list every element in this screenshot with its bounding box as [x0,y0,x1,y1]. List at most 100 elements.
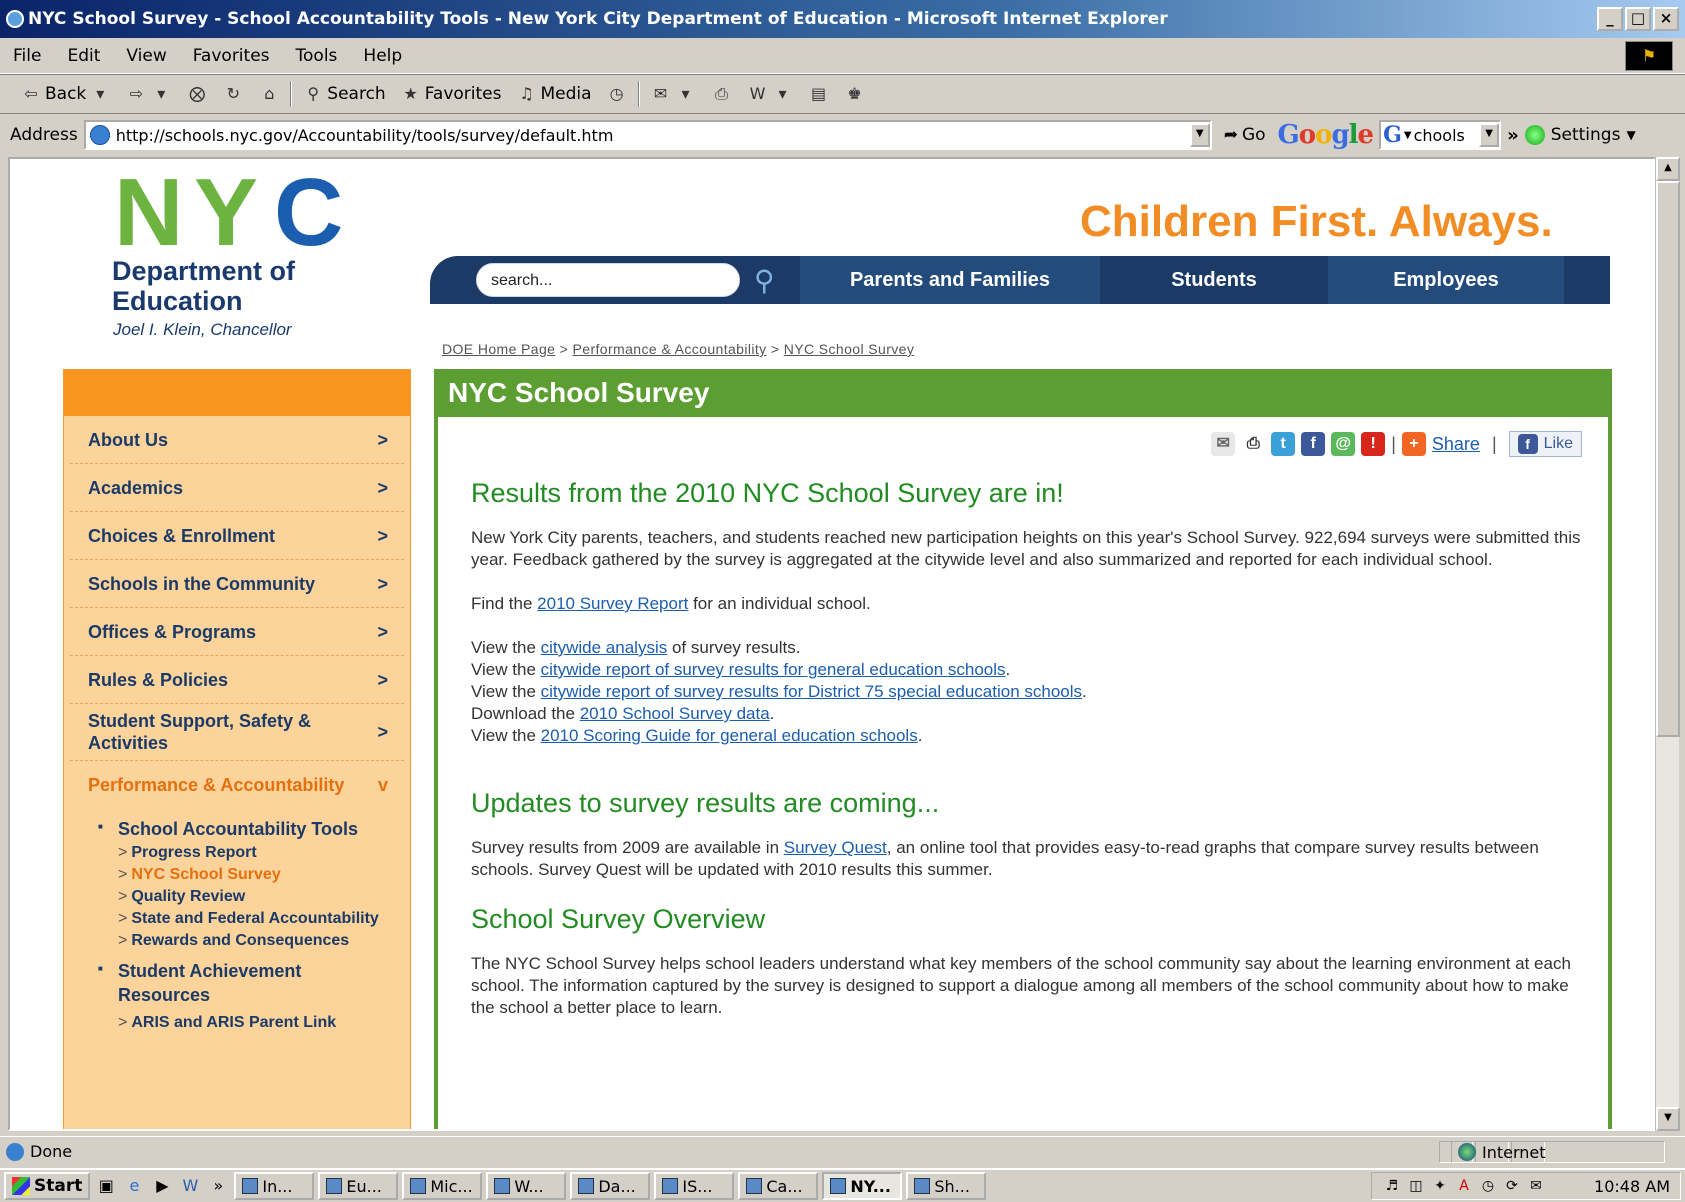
sidebar-item-about-us[interactable]: About Us > [70,416,404,464]
task-button[interactable]: W... [486,1172,567,1200]
facebook-icon[interactable]: f [1301,432,1326,456]
breadcrumb-doe-home[interactable]: DOE Home Page [442,341,555,357]
menu-edit[interactable]: Edit [54,46,113,66]
sync-icon[interactable]: ◷ [1478,1176,1498,1196]
address-dropdown-button[interactable]: ▼ [1189,123,1210,147]
nav-students[interactable]: Students [1100,256,1328,304]
google-search-input[interactable]: G ▼ chools ▼ [1379,120,1502,150]
share-link[interactable]: Share [1432,434,1480,455]
minimize-button[interactable]: _ [1597,7,1623,31]
sidebar-link-rewards[interactable]: > Rewards and Consequences [70,929,404,951]
task-button[interactable]: IS... [654,1172,735,1200]
word-quicklaunch-icon[interactable]: W [178,1174,202,1198]
search-icon[interactable]: ⚲ [754,264,794,297]
tray-app-icon[interactable]: ✦ [1430,1176,1450,1196]
vertical-scrollbar[interactable]: ▲ ▼ [1655,157,1680,1131]
menu-tools[interactable]: Tools [283,46,351,66]
twitter-icon[interactable]: t [1271,432,1296,456]
google-dropdown-button[interactable]: ▼ [1479,123,1500,147]
media-player-icon[interactable]: ▶ [150,1174,174,1198]
clock[interactable]: 10:48 AM [1594,1177,1670,1196]
menu-favorites[interactable]: Favorites [180,46,283,66]
site-search-input[interactable]: search... [476,263,740,297]
start-button[interactable]: Start [4,1172,91,1200]
task-button[interactable]: Ca... [738,1172,819,1200]
sidebar-link-state-federal[interactable]: > State and Federal Accountability [70,907,404,929]
menu-file[interactable]: File [0,46,54,66]
messenger-button[interactable]: ♚ [840,83,870,105]
link-citywide-report-d75[interactable]: citywide report of survey results for Di… [541,682,1082,701]
link-scoring-guide[interactable]: 2010 Scoring Guide for general education… [541,726,918,745]
alert-icon[interactable]: ! [1361,432,1386,456]
sidebar-item-student-support[interactable]: Student Support, Safety & Activities > [70,704,404,761]
sidebar-link-school-survey[interactable]: > NYC School Survey [70,863,404,885]
search-button[interactable]: ⚲ Search [298,83,389,105]
menu-help[interactable]: Help [350,46,415,66]
mail-button[interactable]: ✉ ▾ [646,83,701,105]
go-button[interactable]: ➦ Go [1218,125,1272,145]
refresh-button[interactable]: ↻ [218,83,248,105]
plus-share-icon[interactable]: + [1401,432,1426,456]
acrobat-icon[interactable]: A [1454,1176,1474,1196]
volume-icon[interactable]: ♬ [1382,1176,1402,1196]
home-button[interactable]: ⌂ [254,83,284,105]
task-button-active[interactable]: NY... [822,1172,903,1200]
task-button[interactable]: Da... [570,1172,651,1200]
scroll-up-button[interactable]: ▲ [1656,157,1680,181]
tagline: Children First. Always. [1080,197,1553,246]
task-button[interactable]: In... [234,1172,315,1200]
sidebar-item-academics[interactable]: Academics > [70,464,404,512]
menu-view[interactable]: View [113,46,179,66]
discuss-button[interactable]: ▤ [804,83,834,105]
task-button[interactable]: Mic... [402,1172,483,1200]
link-survey-data[interactable]: 2010 School Survey data [580,704,770,723]
link-survey-quest[interactable]: Survey Quest [784,838,887,857]
link-citywide-report-general[interactable]: citywide report of survey results for ge… [541,660,1006,679]
breadcrumb-performance[interactable]: Performance & Accountability [573,341,767,357]
edit-button[interactable]: W ▾ [743,83,798,105]
task-button[interactable]: Eu... [318,1172,399,1200]
google-settings-button[interactable]: Settings ▼ [1524,125,1636,145]
sidebar-link-progress-report[interactable]: > Progress Report [70,841,404,863]
link-2010-survey-report[interactable]: 2010 Survey Report [537,594,688,613]
email-icon[interactable]: ✉ [1211,432,1236,456]
task-button[interactable]: Sh... [906,1172,987,1200]
back-button[interactable]: ⇦ Back ▾ [16,83,115,105]
media-button[interactable]: ♫ Media [511,83,595,105]
link-citywide-analysis[interactable]: citywide analysis [541,638,668,657]
show-desktop-icon[interactable]: ▣ [94,1174,118,1198]
mail-icon[interactable]: ✉ [1526,1176,1546,1196]
sidebar-sub-accountability-tools[interactable]: School Accountability Tools [70,809,404,841]
sidebar-link-aris[interactable]: > ARIS and ARIS Parent Link [70,1007,404,1033]
history-button[interactable]: ◷ [602,83,632,105]
favorites-button[interactable]: ★ Favorites [396,83,506,105]
sidebar-item-rules[interactable]: Rules & Policies > [70,656,404,704]
close-button[interactable]: × [1653,7,1679,31]
ie-quicklaunch-icon[interactable]: e [122,1174,146,1198]
print-button[interactable]: ⎙ [707,83,737,105]
toolbar-overflow-icon[interactable]: » [1507,125,1519,146]
stop-button[interactable]: ⨂ [182,83,212,105]
print-icon[interactable]: ⎙ [1241,432,1266,456]
scroll-down-button[interactable]: ▼ [1656,1107,1680,1131]
facebook-like-button[interactable]: f Like [1508,431,1582,457]
sidebar-item-performance[interactable]: Performance & Accountability v [70,761,404,809]
forward-button[interactable]: ⇨ ▾ [121,83,176,105]
sidebar-item-community[interactable]: Schools in the Community > [70,560,404,608]
quicklaunch-overflow-icon[interactable]: » [206,1174,230,1198]
at-icon[interactable]: @ [1331,432,1356,456]
window-titlebar[interactable]: NYC School Survey - School Accountabilit… [0,0,1685,38]
update-icon[interactable]: ⟳ [1502,1176,1522,1196]
sidebar-item-choices[interactable]: Choices & Enrollment > [70,512,404,560]
nav-parents-and-families[interactable]: Parents and Families [800,256,1100,304]
network-icon[interactable]: ◫ [1406,1176,1426,1196]
sidebar-sub-achievement-resources[interactable]: Student Achievement Resources [70,951,330,1007]
address-input[interactable]: http://schools.nyc.gov/Accountability/to… [83,120,1212,150]
maximize-button[interactable]: □ [1625,7,1651,31]
google-logo[interactable]: Google [1278,120,1375,150]
sidebar-item-offices[interactable]: Offices & Programs > [70,608,404,656]
scroll-thumb[interactable] [1656,181,1680,737]
breadcrumb-current[interactable]: NYC School Survey [784,341,915,357]
sidebar-link-quality-review[interactable]: > Quality Review [70,885,404,907]
nav-employees[interactable]: Employees [1328,256,1564,304]
